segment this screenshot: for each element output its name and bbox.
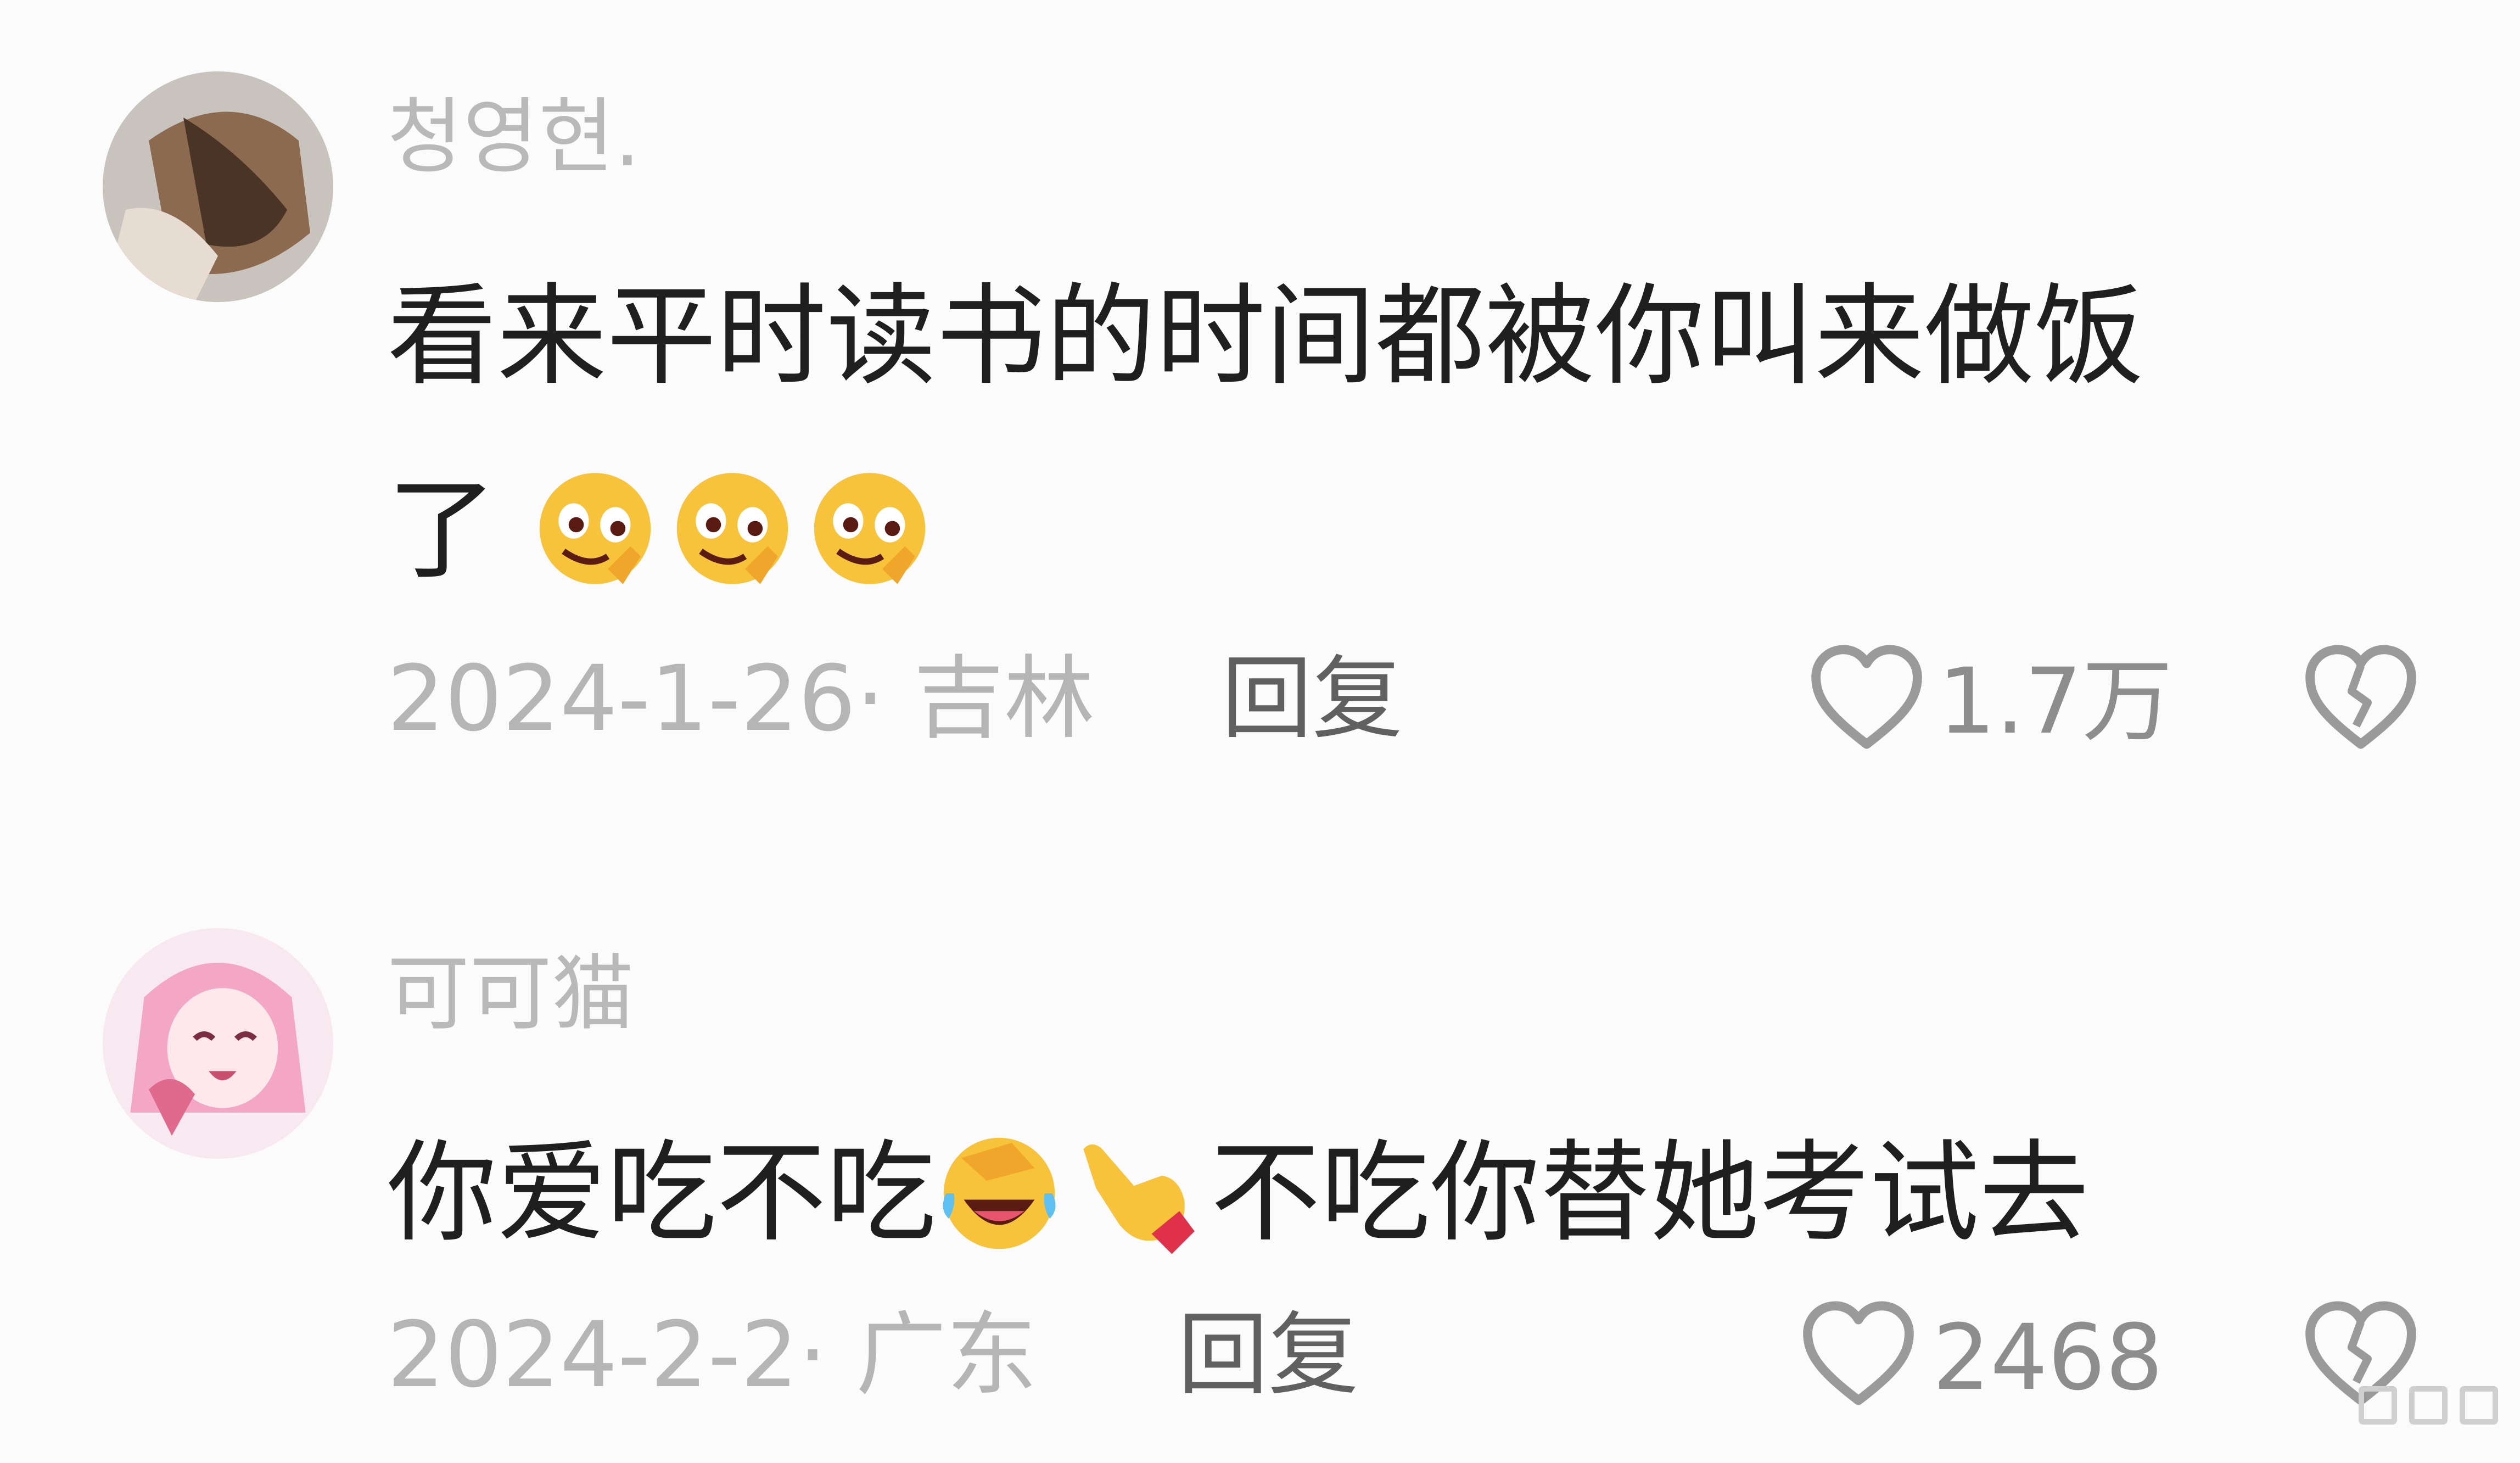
broken-heart-icon[interactable] bbox=[2303, 643, 2418, 752]
smirk-hand-emoji bbox=[669, 468, 796, 594]
comment-text-part2: 不吃你替她考试去 bbox=[1211, 1129, 2090, 1258]
username[interactable]: 可可猫 bbox=[387, 953, 634, 1035]
like-count: 2468 bbox=[1933, 1305, 2163, 1410]
avatar[interactable] bbox=[103, 71, 333, 302]
comment-item: 청영현. 看来平时读书的时间都被你叫来做饭 了 2024-1-26· 吉林 回复… bbox=[0, 0, 2520, 796]
like-count: 1.7万 bbox=[1938, 649, 2173, 754]
comment-item: 可可猫 你爱吃不吃 不吃你替她考试去 2024-2-2· 广东 回复 2468 bbox=[0, 796, 2520, 1463]
heart-outline-icon[interactable] bbox=[1801, 1299, 1916, 1409]
comment-text: 看来平时读书的时间都被你叫来做饭 了 bbox=[387, 236, 2418, 624]
comment-text-part1: 你爱吃不吃 bbox=[387, 1129, 937, 1258]
comment-text-line2: 了 bbox=[387, 466, 497, 595]
comment-date-location: 2024-2-2· 广东 bbox=[387, 1302, 1037, 1408]
watermark-icon bbox=[2359, 1386, 2498, 1425]
reply-button[interactable]: 回复 bbox=[1178, 1310, 1359, 1400]
smirk-hand-emoji bbox=[807, 468, 933, 594]
comment-date-location: 2024-1-26· 吉林 bbox=[387, 646, 1095, 751]
username[interactable]: 청영현. bbox=[387, 96, 641, 178]
smirk-hand-emoji bbox=[532, 468, 658, 594]
comment-text: 你爱吃不吃 不吃你替她考试去 bbox=[387, 1093, 2418, 1287]
avatar[interactable] bbox=[103, 928, 333, 1159]
point-hand-emoji bbox=[1073, 1130, 1200, 1257]
laugh-cry-emoji bbox=[936, 1130, 1062, 1257]
avatar-image bbox=[103, 71, 333, 302]
reply-button[interactable]: 回复 bbox=[1222, 654, 1403, 744]
heart-outline-icon[interactable] bbox=[1809, 643, 1924, 752]
avatar-image bbox=[103, 928, 333, 1159]
comment-text-line1: 看来平时读书的时间都被你叫来做饭 bbox=[387, 272, 2144, 401]
